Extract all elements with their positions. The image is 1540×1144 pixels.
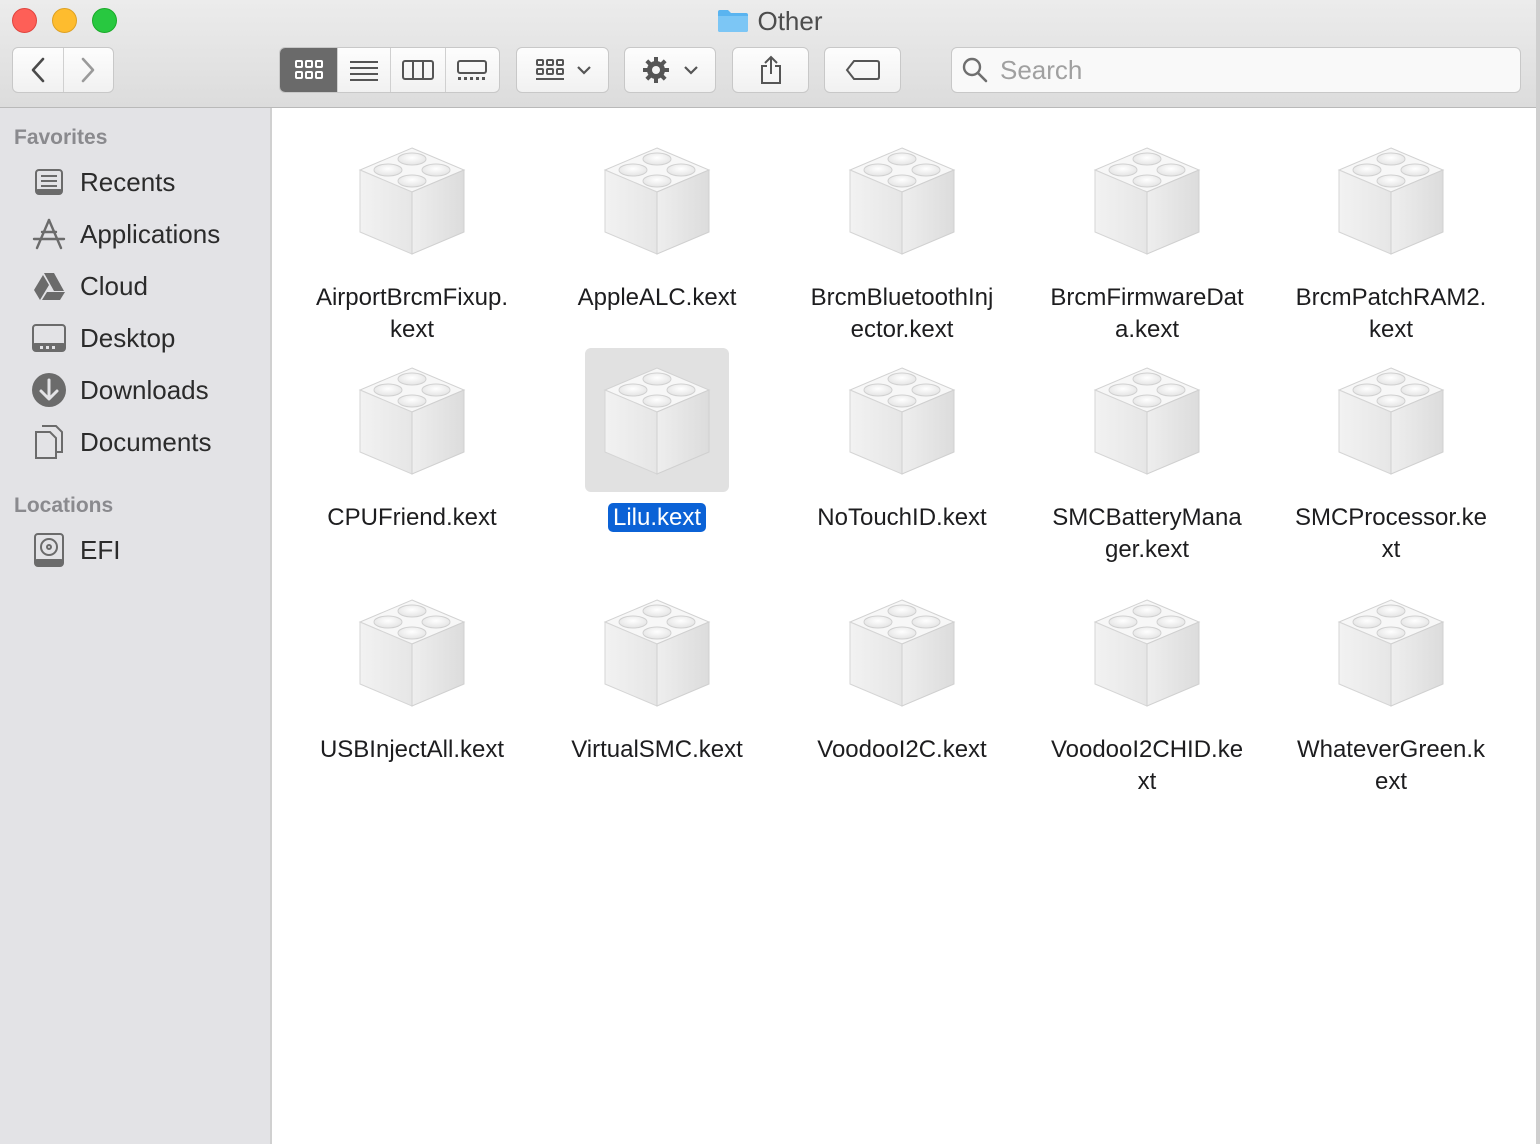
kext-bundle-icon — [340, 128, 484, 272]
file-name-label: BrcmBluetoothInj ector.kext — [810, 284, 994, 343]
sidebar-favorites-header: Favorites — [14, 126, 108, 149]
search-icon — [962, 57, 988, 83]
sidebar-item-label: Applications — [80, 218, 221, 249]
sidebar-item-documents[interactable]: Documents — [30, 420, 260, 464]
sidebar-item-downloads[interactable]: Downloads — [30, 368, 260, 412]
file-name-label: WhateverGreen.k ext — [1296, 736, 1486, 795]
chevron-right-icon — [82, 57, 95, 83]
kext-bundle-icon — [585, 580, 729, 724]
downloads-icon — [30, 371, 68, 409]
sidebar-item-label: Cloud — [80, 270, 148, 301]
gallery-view-button[interactable] — [446, 48, 499, 92]
file-name-label: VoodooI2CHID.ke xt — [1050, 736, 1244, 795]
kext-bundle-icon — [830, 128, 974, 272]
kext-bundle-icon — [1075, 128, 1219, 272]
kext-bundle-icon — [830, 348, 974, 492]
file-name-label: VirtualSMC.kext — [571, 736, 743, 763]
kext-bundle-icon — [1319, 128, 1463, 272]
icon-view-button[interactable] — [280, 48, 339, 92]
group-by-icon — [535, 59, 564, 80]
cloud-drive-icon — [30, 267, 68, 305]
tags-button[interactable] — [824, 47, 901, 93]
window-edge — [1536, 0, 1540, 1144]
gallery-icon — [457, 60, 488, 80]
file-name-label: AppleALC.kext — [577, 284, 737, 311]
share-icon — [760, 55, 781, 84]
file-name-label: SMCProcessor.ke xt — [1294, 504, 1488, 563]
sidebar-item-label: Recents — [80, 166, 176, 197]
kext-bundle-icon — [585, 348, 729, 492]
file-name-label: NoTouchID.kext — [817, 504, 987, 531]
folder-icon — [718, 10, 749, 32]
desktop-icon — [30, 319, 68, 357]
view-mode-control — [279, 47, 500, 93]
kext-bundle-icon — [830, 580, 974, 724]
file-name-label: BrcmPatchRAM2. kext — [1295, 284, 1487, 343]
file-icon-grid: AirportBrcmFixup. kext AppleALC.kext Brcm… — [272, 108, 1536, 1144]
tag-icon — [845, 60, 880, 80]
file-name-label: CPUFriend.kext — [327, 504, 497, 531]
applications-icon — [30, 215, 68, 253]
search-input[interactable] — [998, 53, 1502, 87]
selected-file-name: Lilu.kext — [607, 503, 707, 532]
list-view-button[interactable] — [338, 48, 392, 92]
kext-bundle-icon — [340, 580, 484, 724]
sidebar-item-applications[interactable]: Applications — [30, 212, 260, 256]
chevron-left-icon — [31, 57, 45, 83]
navigation-buttons — [12, 47, 114, 93]
icon-grid-icon — [294, 60, 323, 79]
file-name-label: USBInjectAll.kext — [319, 736, 505, 763]
sidebar-item-recents[interactable]: Recents — [30, 160, 260, 204]
disk-icon — [30, 531, 68, 569]
sidebar-item-desktop[interactable]: Desktop — [30, 316, 260, 360]
group-by-button[interactable] — [516, 47, 609, 93]
sidebar-item-label: Documents — [80, 426, 212, 457]
kext-bundle-icon — [1075, 348, 1219, 492]
file-name-label: SMCBatteryMana ger.kext — [1052, 504, 1242, 563]
kext-bundle-icon — [340, 348, 484, 492]
sidebar-item-label: EFI — [80, 534, 121, 565]
kext-bundle-icon — [585, 128, 729, 272]
documents-icon — [30, 423, 68, 461]
chevron-down-icon — [576, 66, 591, 75]
file-name-label: AirportBrcmFixup. kext — [315, 284, 509, 343]
kext-bundle-icon — [1319, 580, 1463, 724]
sidebar-item-label: Desktop — [80, 322, 176, 353]
sidebar-item-cloud[interactable]: Cloud — [30, 264, 260, 308]
sidebar-item-label: Downloads — [80, 374, 209, 405]
back-button[interactable] — [13, 48, 64, 92]
window-toolbar: Other — [0, 0, 1540, 108]
forward-button[interactable] — [64, 48, 113, 92]
window-title-text: Other — [757, 5, 823, 36]
file-name-label: Lilu.kext — [539, 502, 775, 534]
window-title: Other — [0, 6, 1540, 36]
file-name-label: VoodooI2C.kext — [817, 736, 987, 763]
columns-icon — [402, 60, 435, 80]
sidebar-item-efi[interactable]: EFI — [30, 528, 260, 572]
search-field[interactable] — [951, 47, 1521, 93]
kext-bundle-icon — [1319, 348, 1463, 492]
column-view-button[interactable] — [391, 48, 446, 92]
action-button[interactable] — [624, 47, 716, 93]
share-button[interactable] — [732, 47, 809, 93]
file-name-label: BrcmFirmwareDat a.kext — [1050, 284, 1244, 343]
list-lines-icon — [350, 61, 379, 81]
sidebar-locations-header: Locations — [14, 494, 114, 517]
chevron-down-icon — [684, 66, 698, 75]
kext-bundle-icon — [1075, 580, 1219, 724]
sidebar: Favorites Recents Applications Cloud Des… — [0, 108, 272, 1144]
gear-icon — [643, 57, 669, 83]
recents-icon — [30, 163, 68, 201]
